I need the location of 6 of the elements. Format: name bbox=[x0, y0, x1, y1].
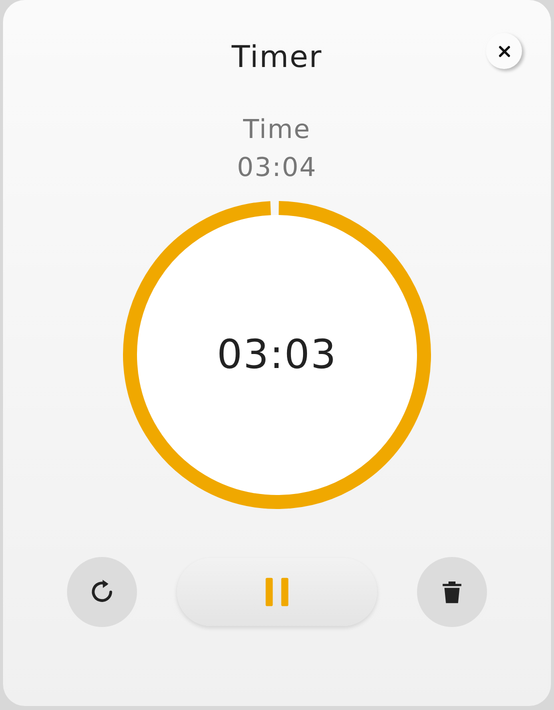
remaining-time: 03:03 bbox=[216, 332, 338, 378]
close-icon bbox=[498, 44, 510, 58]
close-button[interactable] bbox=[486, 33, 522, 69]
total-time-value: 03:04 bbox=[237, 153, 317, 183]
window-title: Timer bbox=[232, 40, 322, 75]
total-time-label: Time bbox=[243, 115, 311, 145]
